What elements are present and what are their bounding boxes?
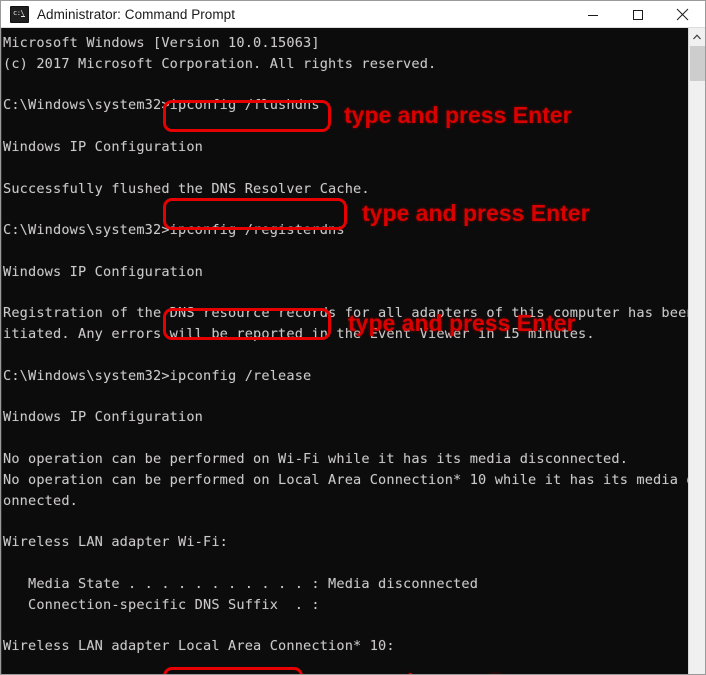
scrollbar-thumb[interactable] bbox=[690, 46, 705, 81]
console-icon: c:\ bbox=[10, 6, 29, 23]
window-controls bbox=[570, 1, 705, 28]
annotation-label-3: type and press Enter bbox=[348, 310, 576, 336]
minimize-button[interactable] bbox=[570, 1, 615, 28]
title-bar[interactable]: c:\ Administrator: Command Prompt bbox=[1, 1, 705, 28]
annotation-label-4: type and press Enter bbox=[319, 669, 547, 674]
annotation-label-1: type and press Enter bbox=[344, 102, 572, 128]
annotation-label-2: type and press Enter bbox=[362, 200, 590, 226]
console-output-area[interactable]: Microsoft Windows [Version 10.0.15063] (… bbox=[1, 28, 705, 674]
scroll-up-button[interactable] bbox=[689, 28, 705, 45]
minimize-icon bbox=[587, 9, 599, 21]
maximize-icon bbox=[632, 9, 644, 21]
scrollbar-track[interactable] bbox=[690, 81, 705, 674]
maximize-button[interactable] bbox=[615, 1, 660, 28]
close-icon bbox=[676, 8, 689, 21]
window-title: Administrator: Command Prompt bbox=[37, 7, 235, 22]
vertical-scrollbar[interactable] bbox=[688, 28, 705, 674]
close-button[interactable] bbox=[660, 1, 705, 28]
command-prompt-window: c:\ Administrator: Command Prompt bbox=[0, 0, 706, 675]
scroll-up-arrow-icon bbox=[693, 34, 701, 40]
console-icon-cursor bbox=[21, 16, 25, 17]
